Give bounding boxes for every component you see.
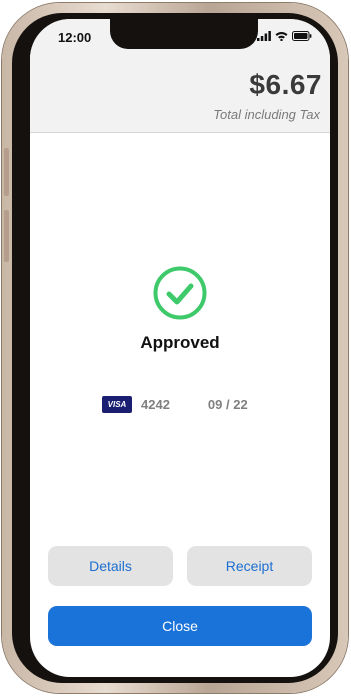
card-info: VISA 4242 09 / 22 (102, 396, 248, 413)
battery-icon (292, 31, 312, 41)
wifi-icon (275, 32, 288, 41)
approval-status: Approved (140, 333, 220, 352)
receipt-button[interactable]: Receipt (187, 546, 312, 586)
close-button[interactable]: Close (48, 606, 312, 646)
status-time: 12:00 (58, 30, 92, 45)
visa-card-icon: VISA (102, 396, 132, 413)
total-header: $6.67 Total including Tax (30, 59, 330, 133)
approval-result: Approved (30, 266, 330, 353)
check-circle-icon (153, 266, 207, 320)
total-caption: Total including Tax (213, 107, 320, 122)
details-button[interactable]: Details (48, 546, 173, 586)
volume-down-button (4, 210, 9, 262)
phone-screen: 12:00 $6.67 Total including Tax Approved… (30, 19, 330, 677)
total-amount: $6.67 (249, 69, 322, 100)
status-icons (257, 31, 312, 41)
card-last4: 4242 (141, 397, 170, 412)
card-expiry: 09 / 22 (207, 397, 248, 412)
signal-icon (257, 31, 271, 41)
status-bar: 12:00 (30, 19, 330, 59)
volume-up-button (4, 148, 9, 196)
notch (110, 19, 258, 49)
